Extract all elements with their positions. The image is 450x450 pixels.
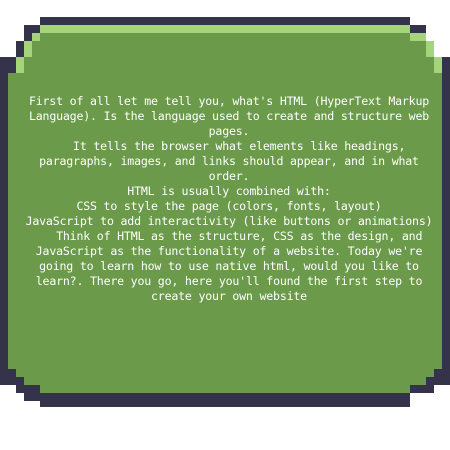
paragraph-intro: First of all let me tell you, what's HTM… [28, 94, 436, 138]
paragraph-css: CSS to style the page (colors, fonts, la… [76, 199, 382, 213]
paragraph-browser: It tells the browser what elements like … [39, 139, 426, 183]
dialog-text: First of all let me tell you, what's HTM… [20, 94, 438, 304]
paragraph-combined: HTML is usually combined with: [127, 184, 331, 198]
paragraph-summary: Think of HTML as the structure, CSS as t… [35, 229, 430, 303]
dialog-stage: First of all let me tell you, what's HTM… [0, 0, 450, 450]
paragraph-javascript: JavaScript to add interactivity (like bu… [25, 214, 433, 228]
